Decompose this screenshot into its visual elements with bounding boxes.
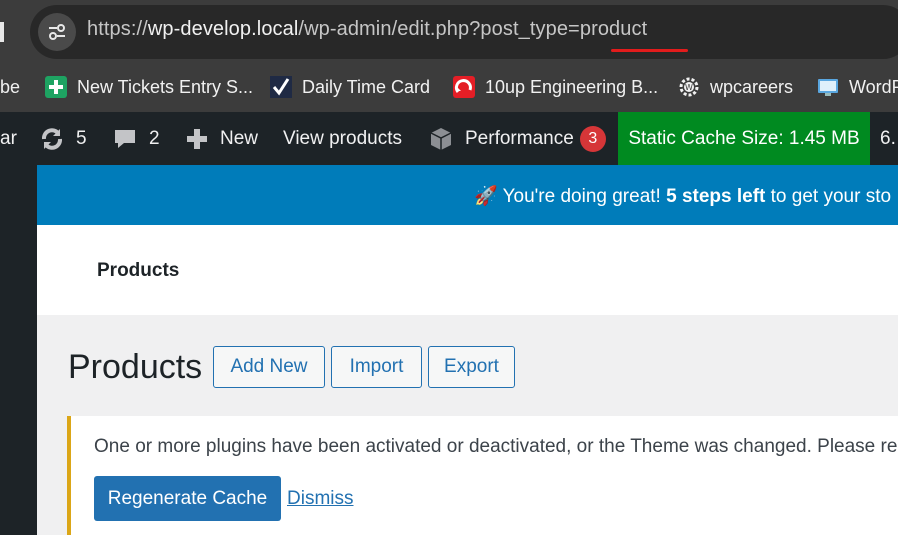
- svg-text:W: W: [685, 83, 693, 92]
- wordpress-monitor-icon: [817, 76, 839, 98]
- regenerate-cache-label: Regenerate Cache: [107, 487, 268, 509]
- url-highlight-underline: [611, 49, 688, 52]
- plus-icon: [187, 128, 207, 149]
- wp-admin-bar: ar 5 2 New View products Performance 3 S…: [0, 112, 898, 165]
- add-new-label: Add New: [230, 356, 308, 377]
- add-new-button[interactable]: Add New: [213, 346, 325, 388]
- comments-count: 2: [149, 127, 160, 149]
- performance-cube-icon: [430, 127, 452, 150]
- bookmark-daily-time-card[interactable]: Daily Time Card: [270, 74, 430, 100]
- setup-progress-text[interactable]: 🚀 You're doing great! 5 steps left to ge…: [474, 184, 891, 208]
- adminbar-fragment-label: ar: [0, 127, 17, 149]
- performance-badge: 3: [579, 125, 606, 152]
- bookmark-label: Daily Time Card: [302, 76, 431, 97]
- adminbar-static-cache[interactable]: Static Cache Size: 1.45 MB: [618, 112, 870, 165]
- static-cache-label: Static Cache Size: 1.45 MB: [628, 127, 860, 149]
- export-button[interactable]: Export: [428, 346, 515, 388]
- export-label: Export: [444, 356, 499, 377]
- bookmark-new-tickets[interactable]: New Tickets Entry S...: [45, 74, 253, 100]
- browser-toolbar: https://wp-develop.local/wp-admin/edit.p…: [0, 0, 898, 62]
- 10up-icon: [453, 76, 475, 98]
- site-info-button[interactable]: [38, 13, 76, 51]
- promo-text-start: You're doing great!: [502, 186, 661, 207]
- adminbar-new[interactable]: New: [186, 112, 258, 165]
- bookmark-wordpress[interactable]: WordP: [817, 74, 898, 100]
- sheets-plus-icon: [45, 76, 67, 98]
- adminbar-updates[interactable]: 5: [38, 112, 87, 165]
- import-button[interactable]: Import: [331, 346, 422, 388]
- cache-notice: One or more plugins have been activated …: [67, 416, 898, 535]
- promo-text-bold: 5 steps left: [666, 186, 766, 207]
- updates-count: 5: [76, 127, 87, 149]
- url-scheme: https://: [87, 18, 148, 40]
- wordpress-gear-icon: W: [678, 76, 700, 98]
- adminbar-item-partial[interactable]: ar: [0, 112, 17, 165]
- bookmark-label: WordP: [849, 76, 898, 97]
- bookmark-label: 10up Engineering B...: [485, 76, 659, 97]
- adminbar-comments[interactable]: 2: [113, 112, 160, 165]
- performance-label: Performance: [465, 127, 574, 149]
- view-products-label: View products: [283, 127, 402, 149]
- bookmark-label: wpcareers: [710, 76, 794, 97]
- bookmark-partial[interactable]: be: [0, 74, 20, 100]
- bookmark-10up-engineering[interactable]: 10up Engineering B...: [453, 74, 658, 100]
- bookmark-label: New Tickets Entry S...: [77, 76, 254, 97]
- dismiss-link[interactable]: Dismiss: [287, 488, 354, 510]
- setup-progress-banner: 🚀 You're doing great! 5 steps left to ge…: [37, 165, 898, 225]
- tune-icon: [49, 24, 65, 40]
- adminbar-item-partial-right[interactable]: 6.: [880, 112, 896, 165]
- header-title: Products: [97, 260, 180, 281]
- url-highlight: product: [579, 18, 648, 40]
- checkmark-icon: [270, 76, 292, 98]
- new-label: New: [220, 127, 259, 149]
- url-text[interactable]: https://wp-develop.local/wp-admin/edit.p…: [87, 18, 647, 41]
- comment-icon: [115, 129, 135, 148]
- url-host: wp-develop.local: [147, 18, 299, 40]
- import-label: Import: [349, 356, 404, 377]
- adminbar-performance[interactable]: Performance 3: [428, 112, 606, 165]
- regenerate-cache-button[interactable]: Regenerate Cache: [94, 476, 281, 521]
- bookmark-wpcareers[interactable]: W wpcareers: [678, 74, 793, 100]
- bookmarks-bar: be New Tickets Entry S... Daily Time Car…: [0, 62, 898, 112]
- rocket-icon: 🚀: [474, 186, 498, 207]
- adminbar-fragment-label: 6.: [880, 127, 896, 149]
- notice-text: One or more plugins have been activated …: [94, 436, 898, 457]
- url-path: /wp-admin/edit.php?post_type=: [298, 18, 580, 40]
- page-title: Products: [68, 348, 203, 386]
- bookmark-label: be: [0, 76, 21, 97]
- adminbar-view-products[interactable]: View products: [283, 112, 402, 165]
- woocommerce-header: Products: [37, 225, 898, 315]
- browser-edge: [0, 22, 4, 42]
- promo-text-end: to get your sto: [770, 186, 892, 207]
- updates-icon: [42, 127, 62, 150]
- admin-sidebar: [0, 165, 37, 535]
